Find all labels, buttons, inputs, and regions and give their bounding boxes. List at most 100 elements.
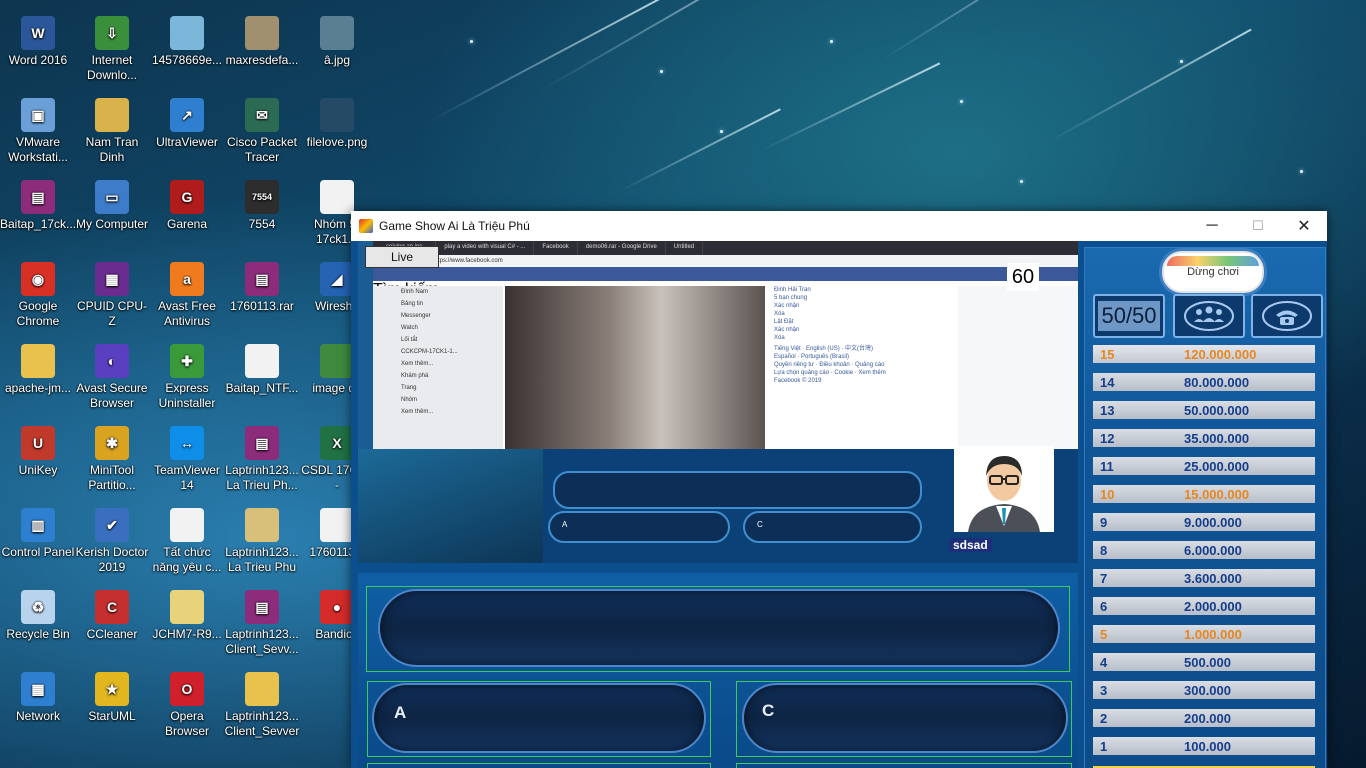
desktop-icon[interactable]: Nam Tran Dinh — [74, 92, 150, 165]
answer-c-label: C — [762, 701, 775, 720]
unikey-icon: U — [21, 426, 55, 460]
minimize-button[interactable]: ─ — [1189, 211, 1235, 241]
answer-a-button[interactable] — [372, 683, 706, 753]
fb-right-item: Quyền riêng tư · Điều khoản · Quảng cáo — [774, 362, 885, 368]
browser-tabs: ...ceiving an inc...play a video with vi… — [373, 241, 1078, 255]
desktop-icon[interactable]: ⇩ Internet Downlo... — [74, 10, 150, 83]
folder-icon — [21, 344, 55, 378]
desktop-icon[interactable]: 7554 7554 — [224, 174, 300, 232]
prize-level: 1 — [1100, 738, 1108, 754]
desktop-icon[interactable]: ▤ 1760113.rar — [224, 256, 300, 314]
answer-d-frame[interactable] — [736, 763, 1072, 768]
live-stream-view: ...ceiving an inc...play a video with vi… — [358, 241, 1078, 563]
desktop-icon[interactable]: a Avast Free Antivirus — [149, 256, 225, 329]
desktop-icon[interactable]: ↔ TeamViewer 14 — [149, 420, 225, 493]
desktop-icon[interactable]: ▤ Baitap_17ck... — [0, 174, 76, 232]
desktop-icon[interactable]: apache-jm... — [0, 338, 76, 396]
prize-level: 9 — [1100, 514, 1108, 530]
prize-row: 11 25.000.000 — [1093, 457, 1315, 475]
vmware-icon: ▣ — [21, 98, 55, 132]
control-panel-icon: ▥ — [21, 508, 55, 542]
answer-c-button[interactable] — [742, 683, 1068, 753]
desktop-icon[interactable]: filelove.png — [299, 92, 375, 150]
desktop-icon[interactable]: ✱ MiniTool Partitio... — [74, 420, 150, 493]
desktop-icon[interactable]: ▦ Network — [0, 666, 76, 724]
desktop-icon[interactable]: C CCleaner — [74, 584, 150, 642]
fifty-fifty-button[interactable]: 50/50 — [1093, 294, 1165, 338]
prize-level: 8 — [1100, 542, 1108, 558]
desktop-icon[interactable]: maxresdefa... — [224, 10, 300, 68]
desktop-icon[interactable]: Baitap_NTF... — [224, 338, 300, 396]
maximize-button[interactable]: ☐ — [1235, 211, 1281, 241]
desktop-icon-label: Baitap_NTF... — [225, 381, 299, 395]
desktop-icon-label: Garena — [166, 217, 208, 231]
prize-row: 12 35.000.000 — [1093, 429, 1315, 447]
desktop-icon[interactable]: ▥ Control Panel — [0, 502, 76, 560]
opera-icon: O — [170, 672, 204, 706]
desktop-icon-label: UltraViewer — [156, 135, 218, 149]
desktop-icon[interactable]: Laptrinh123... La Trieu Phu — [224, 502, 300, 575]
desktop-icon-label: 7554 — [248, 217, 276, 231]
desktop-icon[interactable]: ✔ Kerish Doctor 2019 — [74, 502, 150, 575]
phone-friend-button[interactable] — [1251, 294, 1323, 338]
fb-right-item: Đinh Hải Tran — [774, 287, 811, 293]
winrar-icon: ▤ — [245, 262, 279, 296]
recycle-bin-icon: ♻ — [21, 590, 55, 624]
desktop-icon[interactable]: ★ StarUML — [74, 666, 150, 724]
desktop-icon[interactable]: ↗ UltraViewer — [149, 92, 225, 150]
game-show-window: Game Show Ai Là Triệu Phú ─ ☐ ✕ ...ceivi… — [351, 211, 1327, 768]
fb-menu-item: Trang — [401, 385, 417, 391]
desktop-icon[interactable]: ♻ Recycle Bin — [0, 584, 76, 642]
desktop-icon-label: 1760113.rar — [230, 299, 294, 313]
desktop-icon-label: Control Panel — [1, 545, 75, 559]
desktop-icon-label: Recycle Bin — [6, 627, 70, 641]
desktop-icon[interactable]: ▭ My Computer — [74, 174, 150, 232]
mini-answer-a: A — [548, 511, 730, 543]
live-button[interactable]: Live — [365, 246, 439, 268]
title-bar[interactable]: Game Show Ai Là Triệu Phú ─ ☐ ✕ — [351, 211, 1327, 241]
desktop-icon[interactable]: W Word 2016 — [0, 10, 76, 68]
desktop-icon[interactable]: ◐ Avast Secure Browser — [74, 338, 150, 411]
image-file-icon — [320, 98, 354, 132]
desktop-icon[interactable]: O Opera Browser — [149, 666, 225, 739]
desktop-icon[interactable]: Tất chức năng yêu c... — [149, 502, 225, 575]
prize-amount: 80.000.000 — [1184, 374, 1250, 390]
desktop-icon[interactable]: ▦ CPUID CPU-Z — [74, 256, 150, 329]
stop-game-label: Dừng chơi — [1187, 266, 1239, 278]
desktop-icon-label: My Computer — [75, 217, 149, 231]
desktop-icon[interactable]: JCHM7-R9... — [149, 584, 225, 642]
desktop-icon[interactable]: Laptrinh123... Client_Sevver — [224, 666, 300, 739]
stop-game-button[interactable]: Dừng chơi — [1162, 251, 1264, 293]
prize-row: 6 2.000.000 — [1093, 597, 1315, 615]
answer-b-frame[interactable] — [367, 763, 711, 768]
mini-answer-c-label: C — [757, 520, 763, 529]
prize-level: 2 — [1100, 710, 1108, 726]
desktop-icon-label: Baitap_17ck... — [0, 217, 77, 231]
desktop-icon[interactable]: ◉ Google Chrome — [0, 256, 76, 329]
close-button[interactable]: ✕ — [1281, 211, 1327, 241]
folder-icon — [245, 672, 279, 706]
fb-menu-item: Đình Nam — [401, 289, 429, 295]
prize-amount: 9.000.000 — [1184, 514, 1242, 530]
desktop-icon[interactable]: ▣ VMware Workstati... — [0, 92, 76, 165]
ask-audience-button[interactable] — [1173, 294, 1245, 338]
document-icon — [320, 180, 354, 214]
desktop-icon[interactable]: ▤ Laptrinh123... Client_Sevv... — [224, 584, 300, 657]
desktop-icon[interactable]: ▤ Laptrinh123... La Trieu Ph... — [224, 420, 300, 493]
network-icon: ▦ — [21, 672, 55, 706]
prize-amount: 15.000.000 — [1184, 486, 1250, 502]
desktop-icon[interactable]: 14578669e... — [149, 10, 225, 68]
minitool-icon: ✱ — [95, 426, 129, 460]
desktop-icon[interactable]: G Garena — [149, 174, 225, 232]
desktop-icon[interactable]: ✚ Express Uninstaller — [149, 338, 225, 411]
desktop-icon[interactable]: ✉ Cisco Packet Tracer — [224, 92, 300, 165]
prize-level: 4 — [1100, 654, 1108, 670]
desktop-icon[interactable]: U UniKey — [0, 420, 76, 478]
word-icon: W — [21, 16, 55, 50]
computer-icon: ▭ — [95, 180, 129, 214]
prize-amount: 35.000.000 — [1184, 430, 1250, 446]
desktop-icon-label: TeamViewer 14 — [154, 463, 220, 492]
mini-answer-a-label: A — [562, 520, 568, 529]
desktop-icon[interactable]: â.jpg — [299, 10, 375, 68]
desktop-icon-label: CPUID CPU-Z — [76, 299, 147, 328]
